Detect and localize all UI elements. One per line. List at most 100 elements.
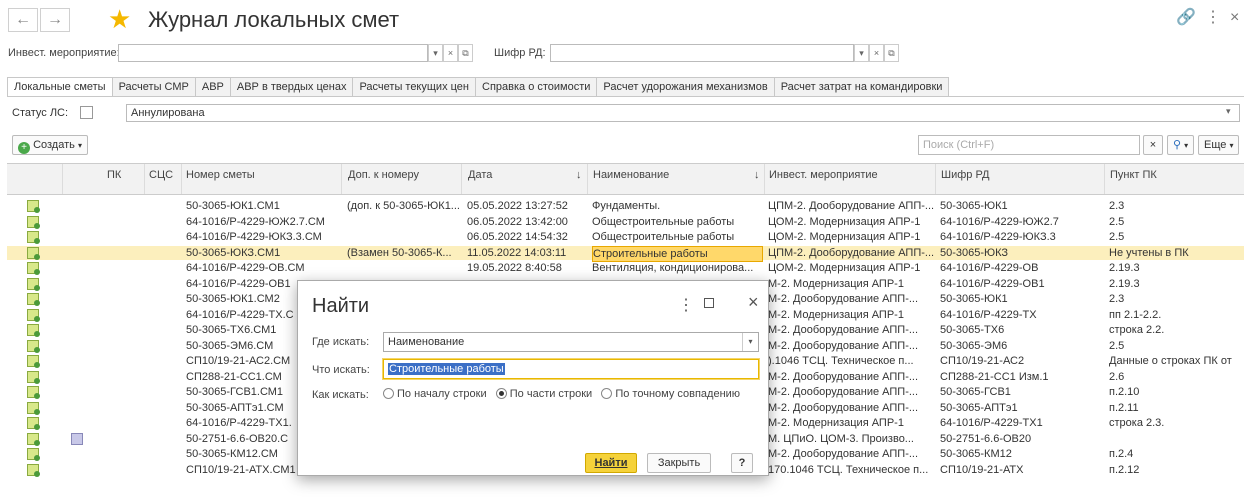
document-icon — [27, 246, 40, 260]
search-input[interactable]: Поиск (Ctrl+F) — [918, 135, 1140, 155]
cell-name: Общестроительные работы — [592, 215, 735, 228]
cell-invest: М-2. Дооборудование АПП-... — [768, 370, 919, 383]
cell-pk: 2.3 — [1109, 293, 1125, 305]
column-header[interactable]: Номер сметы — [186, 169, 255, 181]
more-icon[interactable]: ⋮ — [1205, 8, 1221, 28]
open-icon[interactable]: ⧉ — [884, 44, 899, 62]
cell-pk: 2.5 — [1109, 215, 1125, 228]
cell-rd: 50-3065-ГСВ1 — [940, 386, 1011, 398]
cell-rd: 50-3065-ЮК1 — [940, 200, 1008, 212]
cell-rd: 50-3065-ЮК1 — [940, 293, 1008, 305]
document-icon — [27, 200, 40, 213]
sort-desc-icon[interactable]: ↓ — [576, 169, 582, 181]
forward-button[interactable]: → — [40, 8, 70, 32]
chevron-down-icon[interactable]: ▾ — [1226, 106, 1231, 117]
invest-input[interactable] — [118, 44, 428, 62]
arrow-right-icon: → — [47, 11, 63, 28]
column-header[interactable]: ПК — [107, 169, 121, 181]
column-header[interactable]: Шифр РД — [941, 169, 990, 181]
cell-pk: п.2.10 — [1109, 386, 1140, 398]
sort-desc-icon[interactable]: ↓ — [754, 169, 760, 181]
dropdown-icon[interactable]: ▾ — [854, 44, 869, 62]
table-row[interactable]: 64-1016/Р-4229-ОВ.СМ 19.05.2022 8:40:58 Ве… — [7, 261, 1244, 275]
table-row[interactable]: 50-3065-ЮК1.СМ1 (доп. к 50-3065-ЮК1... 05.… — [7, 199, 1244, 213]
column-header[interactable]: Инвест. мероприятие — [769, 169, 878, 181]
back-button[interactable]: ← — [8, 8, 38, 32]
find-button[interactable]: Найти — [585, 453, 637, 473]
radio-part[interactable]: По части строки — [495, 388, 592, 400]
cell-pk: п.2.4 — [1109, 448, 1134, 460]
cell-num: 64-1016/Р-4229-ЮКЗ.3.СМ — [186, 231, 322, 243]
cell-rd: 50-3065-ЭМ6 — [940, 339, 1008, 352]
where-select[interactable]: Наименование ▾ — [383, 332, 759, 352]
cell-pk: 2.19.3 — [1109, 277, 1140, 290]
invest-label: Инвест. мероприятие: — [8, 47, 120, 59]
favorite-star-icon[interactable]: ★ — [108, 4, 131, 34]
document-icon — [27, 432, 40, 446]
radio-exact[interactable]: По точному совпадению — [601, 388, 740, 400]
help-button[interactable]: ? — [731, 453, 753, 473]
clear-icon[interactable]: × — [443, 44, 458, 62]
close-icon[interactable]: × — [1230, 8, 1239, 28]
document-icon — [27, 277, 40, 291]
create-button[interactable]: + Создать ▾ — [12, 135, 88, 155]
chevron-down-icon: ▾ — [742, 333, 758, 351]
table-row[interactable]: 64-1016/Р-4229-ЮЖ2.7.СМ 06.05.2022 13:42:… — [7, 215, 1244, 229]
document-icon — [27, 417, 40, 430]
tab-machinery[interactable]: Расчет удорожания механизмов — [597, 77, 775, 97]
clear-search-button[interactable]: × — [1143, 135, 1163, 155]
cell-rd: 64-1016/Р-4229-ОВ — [940, 262, 1039, 274]
tab-current-prices[interactable]: Расчеты текущих цен — [353, 77, 476, 97]
maximize-icon[interactable] — [704, 298, 714, 308]
clear-icon[interactable]: × — [869, 44, 884, 62]
document-icon — [27, 386, 40, 399]
status-field[interactable]: Аннулирована — [126, 104, 1240, 122]
document-icon — [27, 262, 40, 275]
cell-invest: ЦПМ-2. Дооборудование АПП-... — [768, 246, 934, 259]
document-icon — [27, 324, 40, 337]
document-icon — [27, 401, 40, 415]
status-checkbox[interactable] — [80, 106, 93, 119]
more-icon[interactable]: ⋮ — [678, 295, 694, 315]
cell-date: 05.05.2022 13:27:52 — [467, 200, 568, 212]
search-button[interactable]: ⚲ ▾ — [1167, 135, 1195, 155]
tab-avr-fixed[interactable]: АВР в твердых ценах — [230, 77, 354, 97]
tab-avr[interactable]: АВР — [195, 77, 231, 97]
cell-pk: п.2.11 — [1109, 401, 1139, 414]
cell-invest: М. ЦПиО. ЦОМ-3. Произво... — [768, 432, 914, 445]
tab-smr[interactable]: Расчеты СМР — [112, 77, 196, 97]
column-header[interactable]: Пункт ПК — [1110, 169, 1157, 181]
column-header[interactable]: Доп. к номеру — [348, 169, 419, 181]
tab-cost-reference[interactable]: Справка о стоимости — [476, 77, 598, 97]
more-button[interactable]: Еще ▾ — [1198, 135, 1240, 155]
dropdown-icon[interactable]: ▾ — [428, 44, 443, 62]
attachment-icon — [71, 432, 83, 445]
tab-local-estimates[interactable]: Локальные сметы — [7, 77, 113, 97]
table-row[interactable]: 64-1016/Р-4229-ЮКЗ.3.СМ 06.05.2022 14:54:… — [7, 230, 1244, 244]
cell-name: Фундаменты. — [592, 200, 661, 212]
cell-pk: пп 2.1-2.2. — [1109, 308, 1162, 321]
table-row[interactable]: 50-3065-ЮКЗ.СМ1 (Взамен 50-3065-К... 11.05… — [7, 245, 1244, 262]
what-input[interactable]: Строительные работы — [383, 359, 759, 379]
close-button[interactable]: Закрыть — [647, 453, 711, 473]
close-icon[interactable]: × — [748, 292, 759, 313]
cell-pk: Не учтены в ПК — [1109, 246, 1189, 259]
cell-pk: строка 2.3. — [1109, 417, 1165, 429]
radio-start[interactable]: По началу строки — [383, 388, 487, 400]
cell-invest: М-2. Дооборудование АПП-... — [768, 448, 919, 460]
link-icon[interactable]: 🔗 — [1176, 8, 1196, 28]
open-icon[interactable]: ⧉ — [458, 44, 473, 62]
column-header[interactable]: Дата — [468, 169, 492, 181]
cell-pk: 2.3 — [1109, 200, 1125, 212]
what-label: Что искать: — [312, 364, 370, 376]
cell-invest: ЦОМ-2. Модернизация АПР-1 — [768, 231, 921, 243]
column-header[interactable]: СЦС — [149, 169, 173, 181]
column-header[interactable]: Наименование — [593, 169, 669, 181]
chevron-down-icon: ▾ — [77, 141, 82, 150]
status-label: Статус ЛС: — [12, 107, 69, 119]
tab-travel[interactable]: Расчет затрат на командировки — [774, 77, 950, 97]
cell-invest: М-2. Модернизация АПР-1 — [768, 308, 904, 321]
rd-input[interactable] — [550, 44, 854, 62]
cell-rd: 64-1016/Р-4229-ТХ — [940, 308, 1037, 321]
cell-invest: 170.1046 ТСЦ. Техническое п... — [768, 463, 929, 476]
